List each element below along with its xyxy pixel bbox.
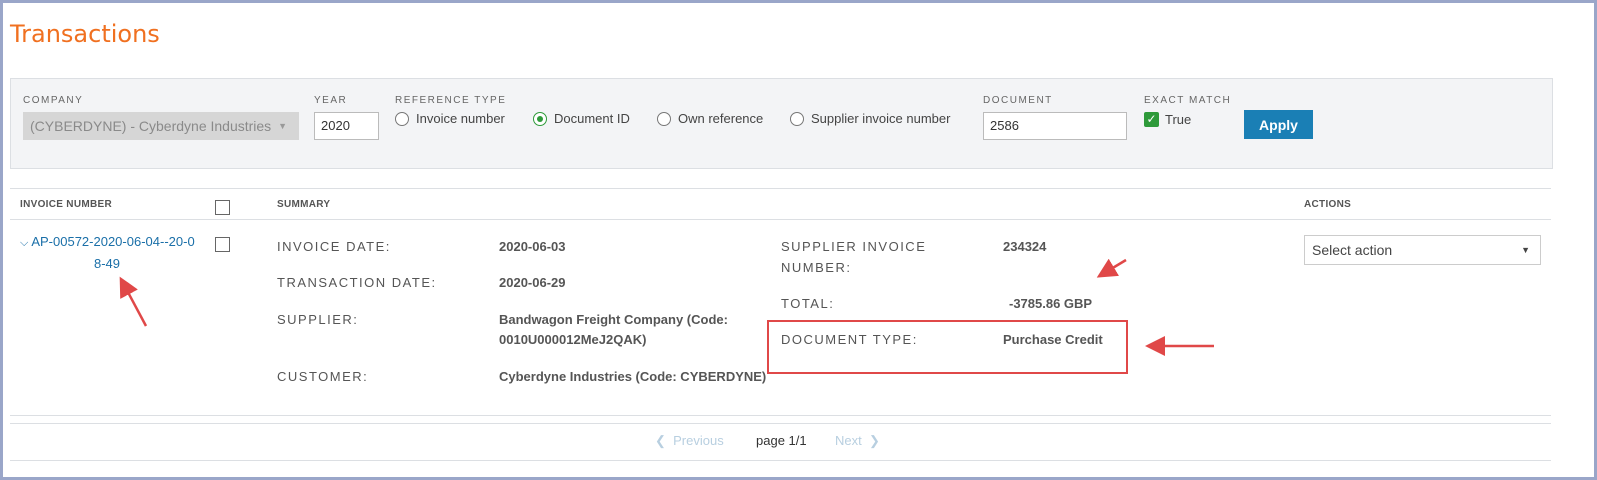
divider (10, 423, 1551, 424)
radio-label: Own reference (678, 111, 764, 126)
expand-row-link[interactable]: ⌵ AP-00572-2020-06-04--20-0 (20, 234, 195, 250)
check-icon: ✓ (1146, 112, 1157, 126)
company-label: COMPANY (23, 95, 84, 106)
chevron-down-icon: ▼ (1521, 245, 1530, 255)
supplier-label: SUPPLIER: (277, 312, 359, 327)
radio-supplier-invoice-number[interactable]: Supplier invoice number (790, 111, 950, 126)
exact-match-checkbox[interactable]: ✓ (1144, 112, 1159, 127)
transaction-date-value: 2020-06-29 (499, 275, 566, 290)
header-invoice-number: INVOICE NUMBER (20, 199, 112, 210)
reference-type-label: REFERENCE TYPE (395, 95, 507, 106)
radio-invoice-number[interactable]: Invoice number (395, 111, 505, 126)
supplier-invoice-value: 234324 (1003, 239, 1047, 254)
radio-label: Invoice number (416, 111, 505, 126)
supplier-invoice-label-cont: NUMBER: (781, 260, 852, 275)
company-select[interactable]: (CYBERDYNE) - Cyberdyne Industries ▼ (23, 112, 299, 140)
radio-unchecked-icon (790, 111, 804, 126)
filter-bar: COMPANY (CYBERDYNE) - Cyberdyne Industri… (10, 78, 1553, 169)
header-summary: SUMMARY (277, 199, 331, 210)
total-label: TOTAL: (781, 296, 835, 311)
previous-label: Previous (673, 433, 724, 448)
company-value: (CYBERDYNE) - Cyberdyne Industries (30, 118, 272, 134)
invoice-date-value: 2020-06-03 (499, 239, 566, 254)
select-all-checkbox[interactable] (215, 200, 230, 215)
year-input[interactable]: 2020 (314, 112, 379, 140)
annotation-highlight-box (767, 320, 1128, 374)
next-button[interactable]: Next ❯ (835, 433, 880, 449)
action-select[interactable]: Select action ▼ (1304, 235, 1541, 265)
radio-checked-icon (533, 111, 547, 126)
row-checkbox[interactable] (215, 237, 230, 252)
chevron-down-icon: ▼ (278, 121, 287, 131)
year-label: YEAR (314, 95, 348, 106)
transaction-date-label: TRANSACTION DATE: (277, 275, 437, 290)
radio-unchecked-icon (395, 111, 409, 126)
radio-unchecked-icon (657, 111, 671, 126)
apply-button[interactable]: Apply (1244, 110, 1313, 139)
document-label: DOCUMENT (983, 95, 1053, 106)
supplier-value-line1: Bandwagon Freight Company (Code: (499, 312, 728, 327)
divider (10, 188, 1551, 189)
supplier-value-line2: 0010U000012MeJ2QAK) (499, 332, 647, 347)
previous-button[interactable]: ❮ Previous (655, 433, 724, 449)
next-label: Next (835, 433, 862, 448)
page-title: Transactions (10, 20, 160, 48)
document-input[interactable]: 2586 (983, 112, 1127, 140)
radio-own-reference[interactable]: Own reference (657, 111, 763, 126)
divider (10, 415, 1551, 416)
exact-match-label: EXACT MATCH (1144, 95, 1232, 106)
customer-value: Cyberdyne Industries (Code: CYBERDYNE) (499, 369, 767, 384)
page-indicator: page 1/1 (756, 433, 807, 448)
invoice-number-link-wrap[interactable]: 8-49 (94, 256, 120, 271)
invoice-date-label: INVOICE DATE: (277, 239, 391, 254)
radio-label: Document ID (554, 111, 630, 126)
radio-document-id[interactable]: Document ID (533, 111, 630, 126)
chevron-left-icon: ❮ (655, 433, 666, 448)
chevron-right-icon: ❯ (868, 433, 880, 448)
chevron-down-icon: ⌵ (20, 237, 29, 249)
customer-label: CUSTOMER: (277, 369, 369, 384)
divider (10, 219, 1551, 220)
divider (10, 460, 1551, 461)
exact-match-text: True (1165, 112, 1192, 127)
header-actions: ACTIONS (1304, 199, 1352, 210)
radio-label: Supplier invoice number (811, 111, 951, 126)
total-value: -3785.86 GBP (1009, 296, 1093, 311)
invoice-number-link[interactable]: AP-00572-2020-06-04--20-0 (31, 234, 194, 249)
action-select-value: Select action (1312, 242, 1393, 258)
supplier-invoice-label: SUPPLIER INVOICE (781, 239, 927, 254)
